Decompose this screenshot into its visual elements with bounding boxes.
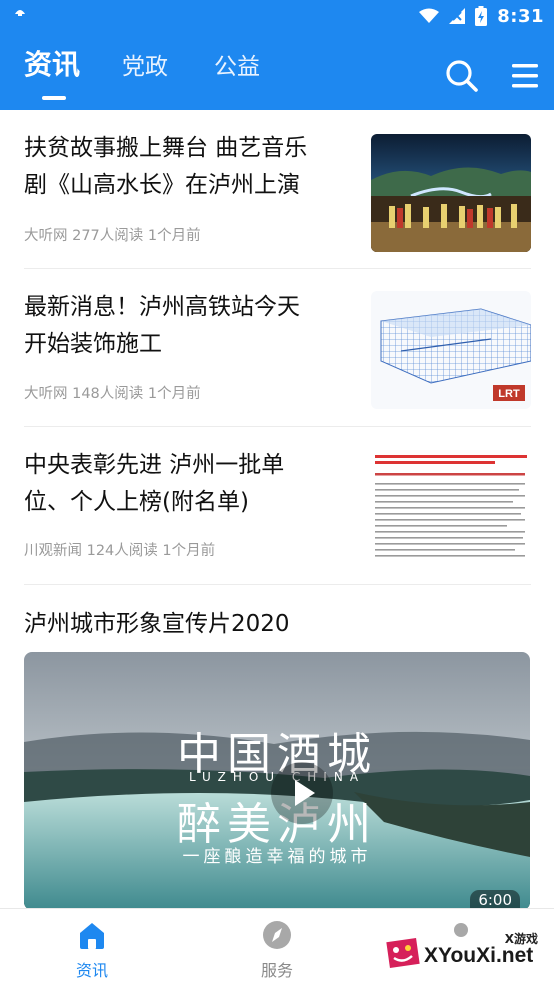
article-reads: 148人阅读	[72, 386, 144, 402]
article-title: 扶贫故事搬上舞台 曲艺音乐 剧《山高水长》在泸州上演	[24, 135, 308, 198]
list-item[interactable]: 扶贫故事搬上舞台 曲艺音乐 剧《山高水长》在泸州上演 大听网 277人阅读 1个…	[0, 110, 554, 268]
play-icon	[295, 780, 315, 806]
nav-item-services[interactable]: 服务	[237, 909, 317, 986]
article-meta: 川观新闻 124人阅读 1个月前	[24, 539, 215, 560]
article-time: 1个月前	[147, 386, 201, 402]
active-tab-indicator	[42, 96, 66, 100]
signal-icon	[449, 8, 466, 24]
notification-icon	[15, 10, 25, 16]
tab-public-welfare[interactable]: 公益	[214, 52, 260, 82]
list-item[interactable]: 中央表彰先进 泸州一批单 位、个人上榜(附名单) 川观新闻 124人阅读 1个月…	[0, 427, 554, 585]
compass-icon	[263, 921, 291, 949]
video-player[interactable]: 中国酒城 LUZHOU CHINA 醉美泸州 一座酿造幸福的城市 6:00	[24, 652, 530, 910]
article-meta: 大听网 277人阅读 1个月前	[24, 224, 201, 245]
article-time: 1个月前	[162, 543, 216, 559]
top-tabs: 资讯 党政 公益	[0, 44, 554, 104]
app-header: 8:31 资讯 党政 公益	[0, 0, 554, 110]
video-duration: 6:00	[470, 890, 520, 910]
wifi-icon	[419, 8, 440, 23]
watermark-text: XYouXi.net	[424, 944, 534, 967]
article-reads: 277人阅读	[72, 228, 144, 244]
play-button[interactable]	[271, 762, 333, 824]
article-thumbnail	[371, 134, 531, 252]
nav-label: 资讯	[75, 961, 108, 980]
article-time: 1个月前	[147, 228, 201, 244]
watermark: X游戏 XYouXi.net	[382, 928, 550, 980]
svg-text:LRT: LRT	[498, 388, 520, 400]
tab-news[interactable]: 资讯	[24, 50, 80, 80]
article-title: 最新消息！泸州高铁站今天 开始装饰施工	[24, 294, 300, 357]
article-source: 川观新闻	[24, 543, 82, 559]
article-source: 大听网	[24, 228, 68, 244]
nav-item-news[interactable]: 资讯	[52, 909, 132, 986]
divider	[24, 584, 531, 585]
watermark-logo-icon	[386, 938, 420, 968]
article-reads: 124人阅读	[86, 543, 158, 559]
article-meta: 大听网 148人阅读 1个月前	[24, 382, 201, 403]
battery-icon	[475, 6, 488, 26]
status-bar: 8:31	[0, 0, 554, 32]
tab-party-government[interactable]: 党政	[122, 52, 168, 82]
nav-label: 服务	[260, 961, 293, 980]
status-time: 8:31	[497, 5, 544, 27]
article-title: 中央表彰先进 泸州一批单 位、个人上榜(附名单)	[24, 452, 285, 515]
article-source: 大听网	[24, 386, 68, 402]
home-icon	[80, 923, 104, 949]
menu-icon[interactable]	[510, 58, 540, 94]
search-icon[interactable]	[444, 58, 480, 94]
video-title[interactable]: 泸州城市形象宣传片2020	[24, 604, 290, 638]
list-item[interactable]: 最新消息！泸州高铁站今天 开始装饰施工 大听网 148人阅读 1个月前 LRT	[0, 269, 554, 427]
article-thumbnail	[371, 449, 531, 567]
video-overlay-tagline: 一座酿造幸福的城市	[182, 847, 372, 867]
article-thumbnail: LRT	[371, 291, 531, 409]
